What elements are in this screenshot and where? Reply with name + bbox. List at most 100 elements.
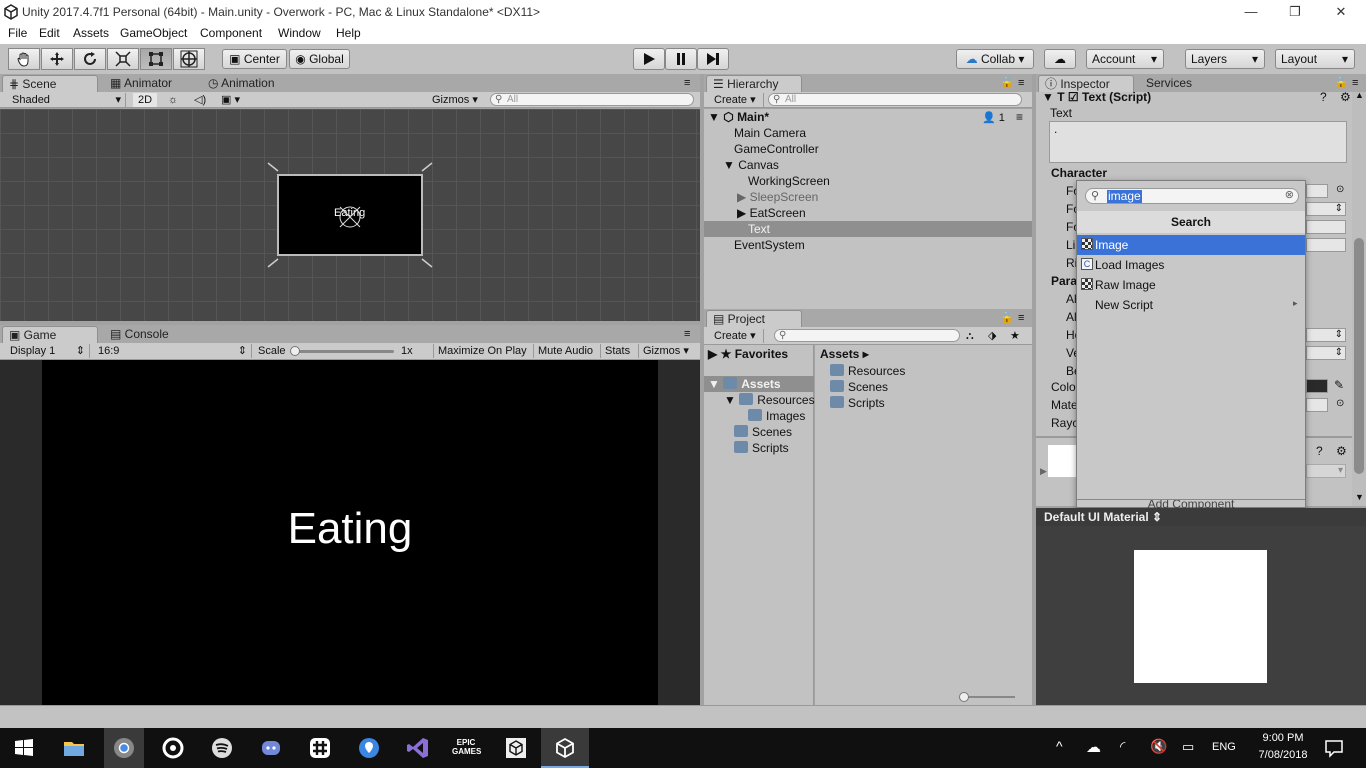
color-swatch[interactable] xyxy=(1306,379,1328,393)
images-node[interactable]: Images xyxy=(748,409,805,423)
clock-date[interactable]: 7/08/2018 xyxy=(1250,749,1316,761)
pivot-center-button[interactable]: ▣ Center xyxy=(222,49,287,69)
shader-dropdown[interactable]: ▾ xyxy=(1306,464,1346,478)
object-picker-icon[interactable]: ⊙ xyxy=(1336,398,1344,409)
hierarchy-create-dropdown[interactable]: Create ▾ xyxy=(708,93,764,107)
volume-muted-icon[interactable]: 🔇 xyxy=(1150,738,1167,755)
display-dropdown[interactable]: Display 1 ⇕ xyxy=(0,344,90,358)
icon-size-slider-thumb[interactable] xyxy=(959,692,969,702)
panel-menu-icon[interactable]: ≡ xyxy=(684,327,690,341)
settings-gear-icon[interactable]: ⚙ xyxy=(1336,444,1347,458)
effects-icon[interactable]: ▣ ▾ xyxy=(221,93,240,107)
font-size-field[interactable] xyxy=(1306,220,1346,234)
gizmos-dropdown[interactable]: Gizmos ▾ xyxy=(432,93,478,107)
scene-root[interactable]: ▼ ⬡ Main* xyxy=(708,110,769,124)
layers-dropdown[interactable]: Layers ▾ xyxy=(1185,49,1265,69)
rotate-tool-icon[interactable] xyxy=(74,48,106,70)
component-search-input[interactable]: ⚲ image ⊗ xyxy=(1085,188,1299,204)
menu-edit[interactable]: Edit xyxy=(39,26,60,40)
scripts-node[interactable]: Scripts xyxy=(734,441,789,455)
menu-file[interactable]: File xyxy=(8,26,27,40)
collapsed-arrow-icon[interactable]: ▶ xyxy=(1040,466,1047,477)
show-hidden-icons-icon[interactable]: ^ xyxy=(1056,738,1063,754)
shading-dropdown[interactable]: Shaded ▾ xyxy=(0,93,126,107)
epic-games-icon[interactable]: EPIC GAMES xyxy=(452,738,481,758)
spotify-icon[interactable] xyxy=(210,736,234,760)
project-search-input[interactable]: ⚲ xyxy=(774,329,960,342)
clear-search-icon[interactable]: ⊗ xyxy=(1285,188,1294,201)
rect-tool-icon[interactable] xyxy=(140,48,172,70)
settings-gear-icon[interactable]: ⚙ xyxy=(1340,90,1351,104)
pivot-global-button[interactable]: ◉ Global xyxy=(289,49,350,69)
lock-icon[interactable]: 🔒 xyxy=(1000,311,1014,325)
chrome-icon[interactable] xyxy=(112,736,136,760)
inspector-scrollbar[interactable]: ▲ ▼ xyxy=(1352,90,1366,506)
restore-button[interactable]: ❐ xyxy=(1272,2,1318,22)
enabled-checkbox[interactable]: ☑ xyxy=(1068,90,1079,104)
game-gizmos-dropdown[interactable]: Gizmos ▾ xyxy=(638,344,693,358)
tab-console[interactable]: ▤ Console xyxy=(104,326,200,343)
slack-icon[interactable] xyxy=(308,736,332,760)
step-button[interactable] xyxy=(697,48,729,70)
unity-hub-icon[interactable] xyxy=(504,736,528,760)
panel-menu-icon[interactable]: ≡ xyxy=(1018,76,1024,90)
game-view[interactable]: Eating xyxy=(0,360,700,705)
lighting-icon[interactable]: ☼ xyxy=(168,93,178,107)
menu-window[interactable]: Window xyxy=(278,26,321,40)
scene-search-input[interactable]: ⚲ All xyxy=(490,93,694,106)
popup-item-load-images[interactable]: C Load Images xyxy=(1077,255,1305,275)
scale-tool-icon[interactable] xyxy=(107,48,139,70)
cloud-services-button[interactable]: ☁ xyxy=(1044,49,1076,69)
scale-slider-thumb[interactable] xyxy=(290,346,300,356)
hierarchy-item-eatscreen[interactable]: ▶ EatScreen xyxy=(737,206,806,220)
tab-animation[interactable]: ◷ Animation xyxy=(202,75,298,92)
lock-icon[interactable]: 🔒 xyxy=(1000,76,1014,90)
maps-pin-icon[interactable] xyxy=(357,736,381,760)
hierarchy-search-input[interactable]: ⚲ All xyxy=(768,93,1022,106)
menu-component[interactable]: Component xyxy=(200,26,262,40)
discord-icon[interactable] xyxy=(259,736,283,760)
input-language[interactable]: ENG xyxy=(1212,741,1236,753)
game-screen[interactable]: Eating xyxy=(42,360,658,705)
visual-studio-icon[interactable] xyxy=(406,736,430,760)
text-field-input[interactable]: . xyxy=(1049,121,1347,163)
eyedropper-icon[interactable]: ✎ xyxy=(1334,378,1344,392)
scene-menu-icon[interactable]: ≡ xyxy=(1016,110,1023,124)
lock-icon[interactable]: 🔒 xyxy=(1334,76,1348,90)
hierarchy-item-gamecontroller[interactable]: GameController xyxy=(734,142,819,156)
scroll-down-icon[interactable]: ▼ xyxy=(1355,492,1364,502)
tab-services[interactable]: Services xyxy=(1140,75,1236,92)
account-dropdown[interactable]: Account ▾ xyxy=(1086,49,1164,69)
action-center-icon[interactable] xyxy=(1322,736,1346,760)
maximize-on-play-toggle[interactable]: Maximize On Play xyxy=(433,344,531,358)
origin-icon[interactable] xyxy=(161,736,185,760)
project-create-dropdown[interactable]: Create ▾ xyxy=(708,329,764,343)
collab-dropdown[interactable]: ☁ Collab ▾ xyxy=(956,49,1034,69)
font-style-dropdown[interactable]: ⇕ xyxy=(1306,202,1346,216)
file-explorer-icon[interactable] xyxy=(62,736,86,760)
hierarchy-item-main-camera[interactable]: Main Camera xyxy=(734,126,806,140)
favorite-star-icon[interactable]: ★ xyxy=(1010,329,1020,343)
aspect-dropdown[interactable]: 16:9 ⇕ xyxy=(92,344,252,358)
close-button[interactable]: ✕ xyxy=(1318,2,1364,22)
assets-breadcrumb[interactable]: Assets ▸ xyxy=(820,347,869,361)
panel-menu-icon[interactable]: ≡ xyxy=(1018,311,1024,325)
popup-item-raw-image[interactable]: Raw Image xyxy=(1077,275,1305,295)
scale-slider[interactable] xyxy=(290,346,394,356)
asset-resources[interactable]: Resources xyxy=(830,364,905,378)
scrollbar-thumb[interactable] xyxy=(1354,238,1364,474)
hierarchy-item-eventsystem[interactable]: EventSystem xyxy=(734,238,805,252)
move-tool-icon[interactable] xyxy=(41,48,73,70)
object-picker-icon[interactable]: ⊙ xyxy=(1336,184,1344,195)
material-field[interactable] xyxy=(1306,398,1328,412)
menu-help[interactable]: Help xyxy=(336,26,361,40)
hierarchy-item-workingscreen[interactable]: WorkingScreen xyxy=(748,174,830,188)
asset-scenes[interactable]: Scenes xyxy=(830,380,888,394)
clock-time[interactable]: 9:00 PM xyxy=(1255,732,1311,744)
audio-icon[interactable]: ◁) xyxy=(194,93,206,107)
hand-tool-icon[interactable] xyxy=(8,48,40,70)
line-spacing-field[interactable] xyxy=(1306,238,1346,252)
font-field[interactable] xyxy=(1306,184,1328,198)
tab-scene[interactable]: ⋕ Scene xyxy=(2,75,98,92)
minimize-button[interactable]: — xyxy=(1228,2,1274,22)
